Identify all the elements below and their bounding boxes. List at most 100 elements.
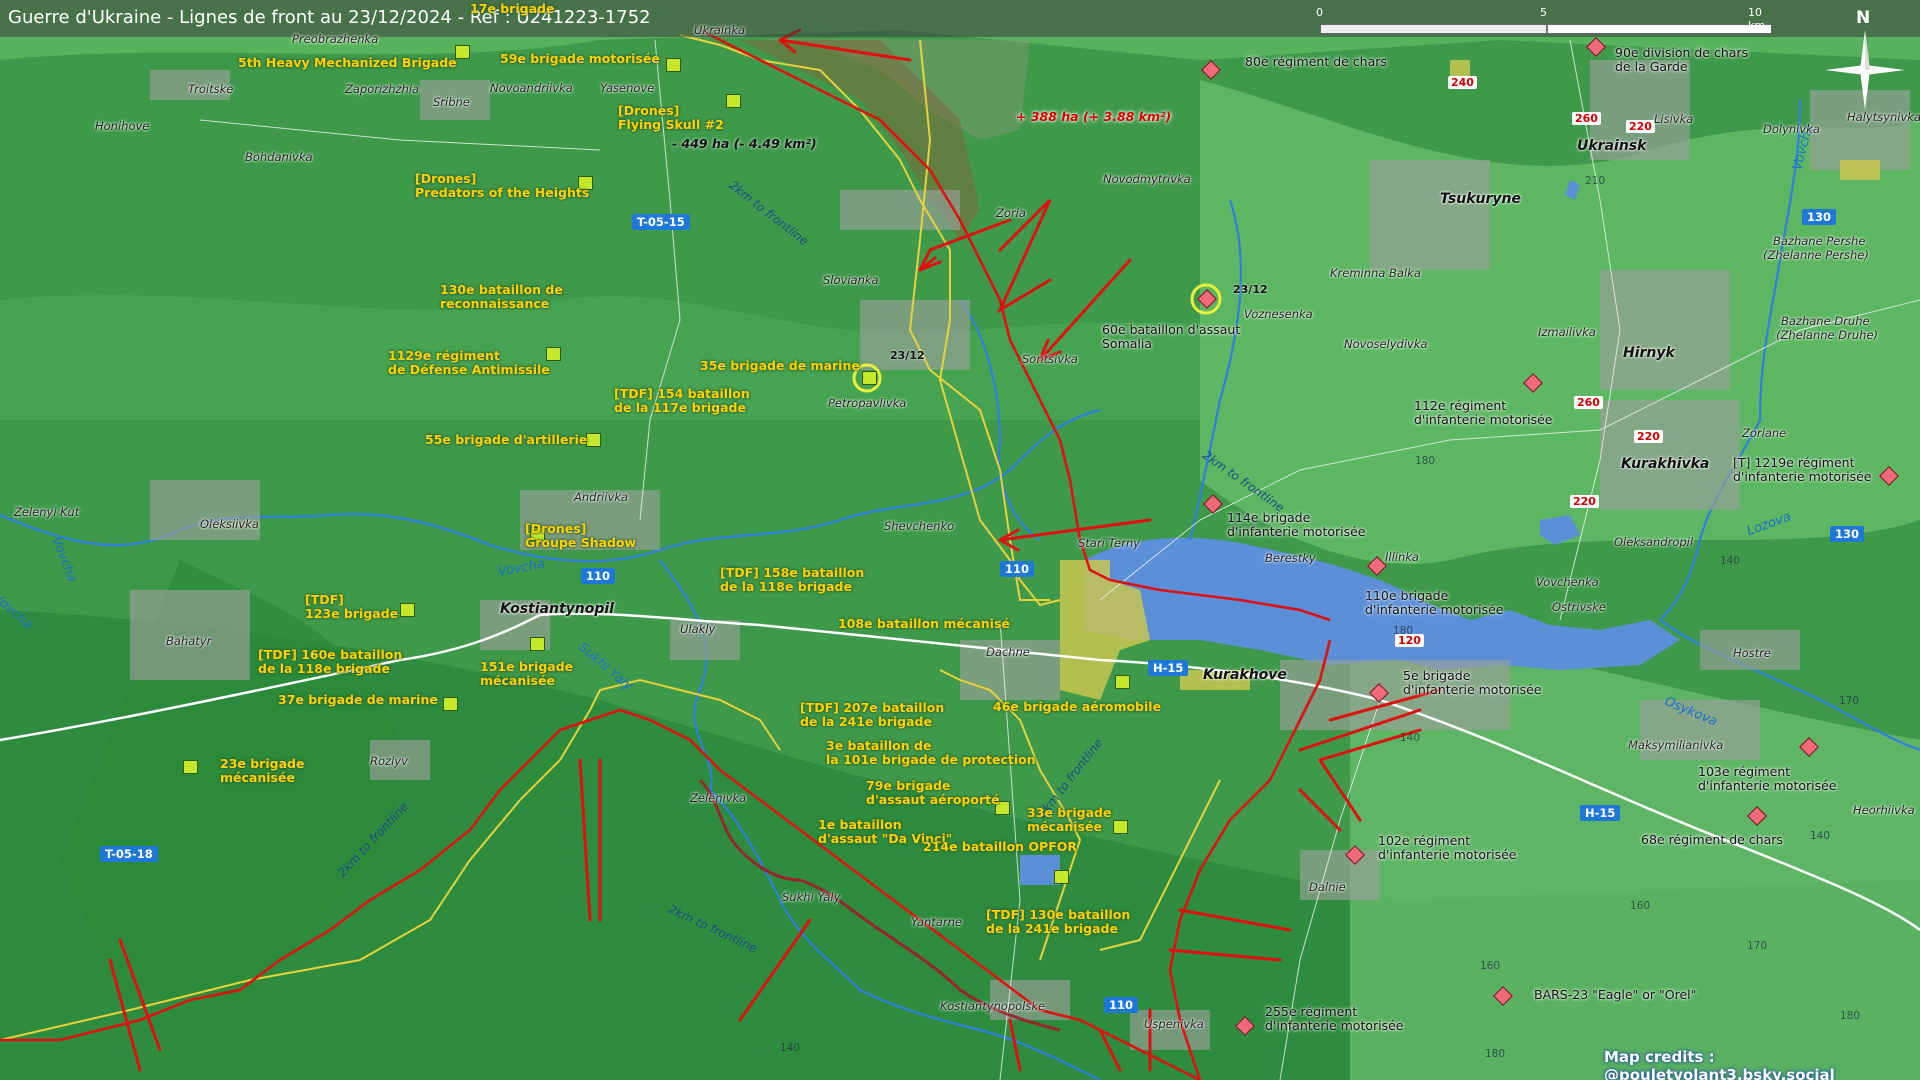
- ua-unit-symbol[interactable]: [862, 371, 877, 385]
- ru-unit-label: [T] 1219e régiment d'infanterie motorisé…: [1733, 455, 1872, 484]
- elevation-label: 160: [1480, 960, 1501, 972]
- ua-unit-symbol[interactable]: [530, 637, 545, 651]
- ua-unit-label: 23e brigade mécanisée: [220, 756, 305, 785]
- elevation-label: 140: [1810, 830, 1831, 842]
- ua-unit-label: [TDF] 158e bataillon de la 118e brigade: [720, 565, 865, 594]
- map-canvas[interactable]: Guerre d'Ukraine - Lignes de front au 23…: [0, 0, 1920, 1080]
- ua-unit-label: 35e brigade de marine: [700, 358, 860, 373]
- ua-unit-label: [TDF] 154 bataillon de la 117e brigade: [614, 386, 750, 415]
- place-label: Tsukuryne: [1440, 191, 1521, 207]
- place-label: Heorhiivka: [1853, 803, 1915, 817]
- place-label: Hirnyk: [1623, 345, 1675, 361]
- place-label: Uspenivka: [1144, 1017, 1204, 1031]
- ua-unit-symbol[interactable]: [183, 760, 198, 774]
- elevation-label: 180: [1415, 455, 1436, 467]
- place-label: (Zhelanne Druhe): [1776, 328, 1879, 342]
- ua-unit-label: 37e brigade de marine: [278, 692, 438, 707]
- elevation-label: 180: [1485, 1048, 1506, 1060]
- ru-unit-label: 68e régiment de chars: [1641, 832, 1783, 847]
- road-number: 240: [1448, 76, 1477, 89]
- ru-unit-label: 112e régiment d'infanterie motorisée: [1414, 398, 1553, 427]
- place-label: Preobrazhenka: [292, 32, 379, 46]
- place-label: Zelenivka: [690, 791, 747, 805]
- scale-bar-graphic: [1320, 24, 1772, 34]
- place-label: Dalnie: [1309, 880, 1346, 894]
- place-label: Illinka: [1385, 550, 1419, 564]
- ua-unit-symbol[interactable]: [455, 45, 470, 59]
- road-sign: 130: [1802, 209, 1837, 225]
- ua-unit-label: 1129e régiment de Défense Antimissile: [388, 348, 550, 377]
- ua-unit-label: 151e brigade mécanisée: [480, 659, 574, 688]
- ua-unit-symbol[interactable]: [586, 433, 601, 447]
- ua-unit-symbol[interactable]: [666, 58, 681, 72]
- update-date-label-1: 23/12: [890, 349, 925, 362]
- ua-unit-label: 130e bataillon de reconnaissance: [440, 282, 563, 311]
- north-label: N: [1856, 8, 1871, 28]
- road-number: 220: [1570, 495, 1599, 508]
- ua-unit-symbol[interactable]: [443, 697, 458, 711]
- place-label: Novoselydivka: [1344, 337, 1428, 351]
- ua-unit-label: [Drones] Flying Skull #2: [618, 103, 724, 132]
- ua-unit-label: 3e bataillon de la 101e brigade de prote…: [826, 738, 1036, 767]
- ua-unit-label: 108e bataillon mécanisé: [838, 616, 1010, 631]
- ua-unit-symbol[interactable]: [726, 94, 741, 108]
- place-label: Dachne: [986, 645, 1030, 659]
- ru-unit-label: 103e régiment d'infanterie motorisée: [1698, 764, 1837, 793]
- ua-unit-label: [TDF] 123e brigade: [305, 592, 399, 621]
- scale-tick-5: 5: [1540, 6, 1547, 19]
- ua-unit-label: 79e brigade d'assaut aéroporté: [866, 778, 1000, 807]
- scale-bar: 0 5 10 km: [1316, 6, 1776, 34]
- place-label: Zoriane: [1742, 426, 1787, 440]
- place-label: Yasenove: [600, 81, 655, 95]
- place-label: Honihove: [95, 119, 150, 133]
- place-label: Oleksandropil: [1614, 535, 1694, 549]
- ua-unit-label: 59e brigade motorisée: [500, 51, 660, 66]
- road-sign: 110: [1000, 561, 1035, 577]
- ua-unit-symbol[interactable]: [400, 603, 415, 617]
- road-number: 260: [1574, 396, 1603, 409]
- elevation-label: 140: [780, 1042, 801, 1054]
- place-label: Bohdanivka: [245, 150, 313, 164]
- place-label: Berestky: [1265, 551, 1316, 565]
- place-label: Ostrivske: [1552, 600, 1607, 614]
- place-label: Zelenyi Kut: [14, 505, 80, 519]
- place-label: Shevchenko: [884, 519, 955, 533]
- road-number: 220: [1634, 430, 1663, 443]
- ru-unit-label: 255e régiment d'infanterie motorisée: [1265, 1004, 1404, 1033]
- road-number: 260: [1572, 112, 1601, 125]
- place-label: Ukrainka: [694, 23, 746, 37]
- place-label: Oleksiivka: [200, 517, 259, 531]
- ua-unit-symbol[interactable]: [1054, 870, 1069, 884]
- scale-tick-10: 10 km: [1748, 6, 1766, 32]
- road-sign: H-15: [1580, 805, 1621, 821]
- elevation-label: 170: [1747, 940, 1768, 952]
- ru-unit-label: 114e brigade d'infanterie motorisée: [1227, 510, 1366, 539]
- place-label: Kostiantynopil: [500, 601, 614, 617]
- place-label: Rozlyv: [370, 754, 408, 768]
- place-label: Ulakly: [680, 622, 716, 636]
- road-number: 220: [1626, 120, 1655, 133]
- place-label: Sukhi Yaly: [782, 890, 841, 904]
- ua-unit-symbol[interactable]: [1115, 675, 1130, 689]
- place-label: Voznesenka: [1244, 307, 1313, 321]
- place-label: Andriivka: [574, 490, 629, 504]
- ua-unit-label: [TDF] 207e bataillon de la 241e brigade: [800, 700, 945, 729]
- place-label: Bazhane Pershe: [1773, 234, 1866, 248]
- territory-loss-label: - 449 ha (- 4.49 km²): [672, 136, 817, 151]
- place-label: Yantarne: [911, 915, 962, 929]
- place-label: Stari Terny: [1078, 536, 1140, 550]
- ru-unit-label: BARS-23 "Eagle" or "Orel": [1534, 987, 1697, 1002]
- place-label: Maksymilianivka: [1628, 738, 1724, 752]
- elevation-label: 180: [1393, 625, 1414, 637]
- road-sign: 110: [581, 568, 616, 584]
- map-credits: Map credits : @pouletvolant3.bsky.social: [1604, 1048, 1835, 1080]
- ua-unit-label: [Drones] Groupe Shadow: [525, 521, 637, 550]
- ua-unit-label: 46e brigade aéromobile: [993, 699, 1162, 714]
- scale-tick-0: 0: [1316, 6, 1323, 19]
- ru-unit-label: 90e division de chars de la Garde: [1615, 45, 1749, 74]
- ua-unit-symbol[interactable]: [1113, 820, 1128, 834]
- ua-unit-label: 214e bataillon OPFOR: [923, 839, 1077, 854]
- place-label: Zaporizhzhia: [345, 82, 420, 96]
- road-sign: 130: [1830, 526, 1865, 542]
- place-label: Bazhane Druhe: [1781, 314, 1870, 328]
